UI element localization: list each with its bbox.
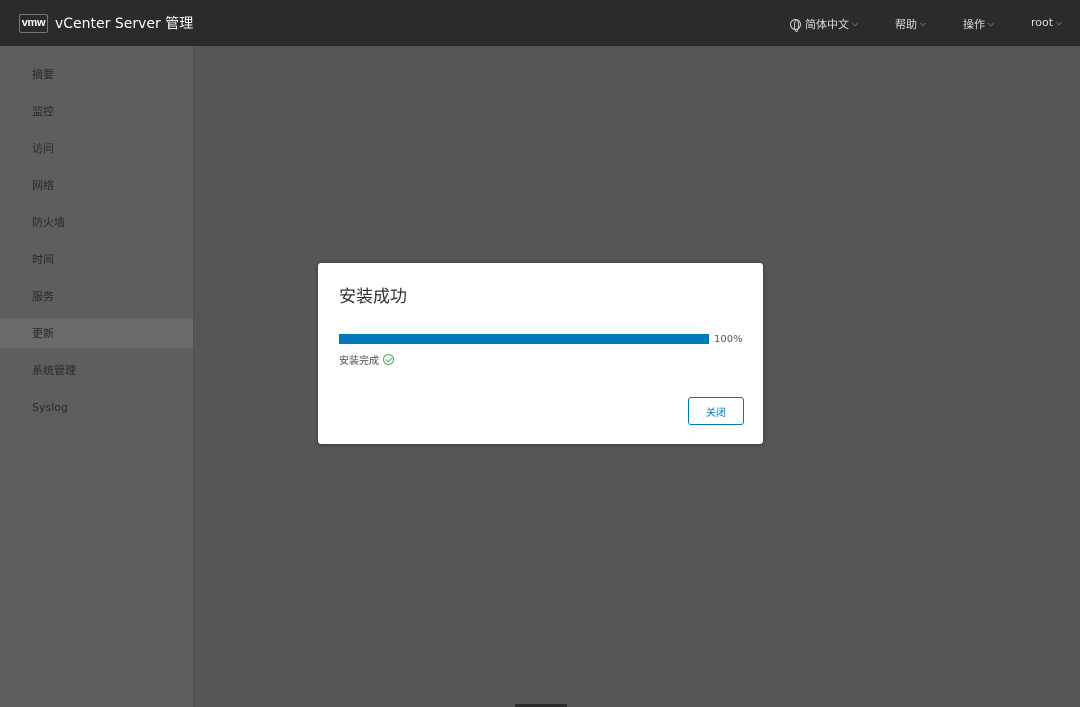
sidebar-item-firewall[interactable]: 防火墙: [0, 207, 193, 237]
sidebar-item-time[interactable]: 时间: [0, 244, 193, 274]
status-line: 安装完成: [339, 352, 394, 367]
app-title: vCenter Server 管理: [55, 16, 194, 32]
sidebar-item-syslog[interactable]: Syslog: [0, 392, 193, 422]
help-menu[interactable]: 帮助 ⌵: [895, 16, 926, 32]
progress-fill: [339, 334, 709, 344]
language-label: 简体中文: [805, 18, 849, 31]
sidebar-nav: 摘要 监控 访问 网络 防火墙 时间 服务 更新 系统管理 Syslog: [0, 46, 194, 707]
app-header: vmw vCenter Server 管理 简体中文 ⌵ 帮助 ⌵ 操作 ⌵ r…: [0, 0, 1080, 46]
dialog-title: 安装成功: [339, 287, 407, 307]
close-button[interactable]: 关闭: [688, 397, 744, 425]
install-success-dialog: 安装成功 100% 安装完成 关闭: [318, 263, 763, 444]
help-label: 帮助: [895, 18, 917, 31]
progress-percent: 100%: [714, 334, 743, 345]
sidebar-item-label: 访问: [32, 142, 54, 155]
sidebar-item-access[interactable]: 访问: [0, 133, 193, 163]
user-menu[interactable]: root ⌵: [1031, 16, 1062, 29]
sidebar-item-label: 摘要: [32, 68, 54, 81]
check-circle-icon: [383, 354, 394, 365]
chevron-down-icon: ⌵: [1056, 17, 1063, 27]
sidebar-item-label: 系统管理: [32, 364, 76, 377]
sidebar-item-label: 服务: [32, 290, 54, 303]
status-text: 安装完成: [339, 356, 379, 367]
actions-label: 操作: [963, 18, 985, 31]
sidebar-item-update[interactable]: 更新: [0, 318, 193, 348]
vmw-logo: vmw: [19, 13, 48, 33]
sidebar-item-networking[interactable]: 网络: [0, 170, 193, 200]
chevron-down-icon: ⌵: [852, 19, 859, 28]
globe-icon: [790, 18, 801, 32]
sidebar-item-services[interactable]: 服务: [0, 281, 193, 311]
sidebar-item-administration[interactable]: 系统管理: [0, 355, 193, 385]
progress-bar: [339, 334, 709, 344]
sidebar-item-label: 更新: [32, 327, 54, 340]
language-menu[interactable]: 简体中文 ⌵: [790, 16, 858, 32]
actions-menu[interactable]: 操作 ⌵: [963, 16, 994, 32]
sidebar-item-label: Syslog: [32, 400, 68, 414]
sidebar-item-label: 时间: [32, 253, 54, 266]
chevron-down-icon: ⌵: [920, 19, 927, 28]
sidebar-item-label: 防火墙: [32, 216, 65, 229]
sidebar-item-label: 监控: [32, 105, 54, 118]
user-label: root: [1031, 16, 1054, 29]
sidebar-item-label: 网络: [32, 179, 54, 192]
sidebar-item-monitor[interactable]: 监控: [0, 96, 193, 126]
chevron-down-icon: ⌵: [988, 19, 995, 28]
sidebar-item-summary[interactable]: 摘要: [0, 59, 193, 89]
